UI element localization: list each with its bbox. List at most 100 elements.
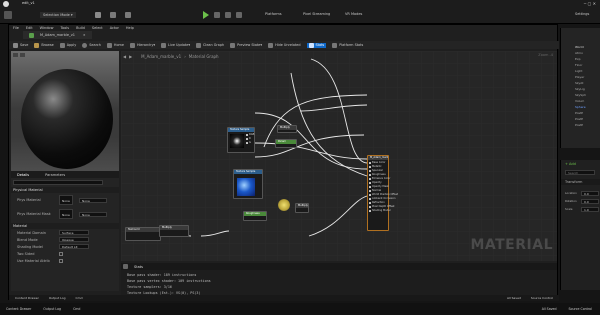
cmd-input[interactable]: Cmd <box>76 296 83 300</box>
hide-unrelated-button[interactable]: Hide Unrelated <box>268 42 301 48</box>
tab-details[interactable]: Details <box>13 171 33 179</box>
transform-section-header[interactable]: Transform <box>561 179 600 185</box>
platform-stats-icon <box>332 42 338 48</box>
home-icon <box>106 42 112 48</box>
stats-icon <box>308 42 314 48</box>
graph-node[interactable]: Texture Sample <box>233 169 263 199</box>
phys-mask-thumb[interactable]: None <box>59 209 73 219</box>
hierarchy-button[interactable]: Hierarchy ▾ <box>129 42 155 48</box>
platforms-button[interactable]: Platforms <box>265 12 282 16</box>
blueprint-icon[interactable] <box>110 12 116 18</box>
window-controls[interactable]: ─ ▢ ✕ <box>584 1 596 6</box>
result-node-header: M_Adam_marble_v1 <box>368 156 388 160</box>
tab-parameters[interactable]: Parameters <box>41 171 69 179</box>
output-log-button[interactable]: Output Log <box>43 307 61 311</box>
two-sided-checkbox[interactable] <box>59 251 63 256</box>
stop-icon[interactable] <box>225 12 231 18</box>
result-node[interactable]: M_Adam_marble_v1 Base Color Metallic Spe… <box>367 155 398 231</box>
save-icon[interactable] <box>4 11 12 19</box>
material-graph[interactable]: ◀ ▶ M_Adam_marble_v1 › Material Graph Te… <box>121 51 557 261</box>
viewport-perspective-icon[interactable] <box>20 53 25 57</box>
add-component-button[interactable]: + Add <box>565 162 576 166</box>
graph-node[interactable]: TexCoord <box>125 227 161 241</box>
shading-model-select[interactable]: Default Lit <box>59 244 89 249</box>
menu-file[interactable]: File <box>13 26 19 30</box>
menu-tools[interactable]: Tools <box>60 26 69 30</box>
blend-mode-select[interactable]: Opaque <box>59 237 89 242</box>
stats-button[interactable]: Stats <box>306 42 327 48</box>
phys-material-thumb[interactable]: None <box>59 195 73 205</box>
apply-icon <box>59 42 65 48</box>
preview-state-button[interactable]: Preview State ▾ <box>230 42 262 48</box>
all-saved-label[interactable]: All Saved <box>507 296 521 300</box>
sequencer-icon[interactable] <box>125 12 131 18</box>
pixel-streaming-button[interactable]: Pixel Streaming <box>303 12 330 16</box>
browse-button[interactable]: Browse <box>34 42 54 48</box>
add-actor-icon[interactable] <box>95 12 101 18</box>
menu-window[interactable]: Window <box>40 26 54 30</box>
material-icon <box>29 32 34 38</box>
source-control-button[interactable]: Source Control <box>569 307 592 311</box>
menu-edit[interactable]: Edit <box>26 26 33 30</box>
scale-field[interactable]: 1.0 <box>581 206 599 212</box>
outliner-item[interactable]: PostP <box>561 122 600 128</box>
clean-graph-button[interactable]: Clean Graph <box>196 42 224 48</box>
node-pin[interactable]: G <box>245 141 251 145</box>
apply-button[interactable]: Apply <box>59 42 76 48</box>
result-pin-list: Base Color Metallic Specular Roughness E… <box>368 160 398 213</box>
menu-actor[interactable]: Actor <box>110 26 119 30</box>
graph-node[interactable]: Texture Sample RGB R G <box>227 127 255 153</box>
graph-node[interactable]: Multiply <box>295 203 309 213</box>
graph-node[interactable]: Multiply <box>159 225 189 237</box>
project-tab[interactable]: edit_v1 <box>22 1 35 5</box>
source-control-button[interactable]: Source Control <box>531 296 553 300</box>
scale-label: Scale <box>565 207 573 211</box>
shading-model-label: Shading Model <box>17 244 43 249</box>
graph-node[interactable]: Multiply <box>277 125 297 133</box>
menu-help[interactable]: Help <box>126 26 134 30</box>
transform-row: Scale 1.0 <box>561 205 600 213</box>
selection-mode-button[interactable]: Selection Mode ▾ <box>40 12 76 18</box>
phys-material-select[interactable]: None <box>79 197 107 203</box>
step-icon[interactable] <box>214 12 220 18</box>
output-log-button[interactable]: Output Log <box>49 296 66 300</box>
search-button[interactable]: Search <box>82 42 101 48</box>
close-tab-icon[interactable]: ✕ <box>83 33 86 37</box>
vr-modes-button[interactable]: VR Modes <box>345 12 362 16</box>
platform-stats-button[interactable]: Platform Stats <box>332 42 363 48</box>
all-saved-label[interactable]: All Saved <box>542 307 557 311</box>
actor-search-input[interactable]: Search <box>565 170 595 175</box>
phys-mask-select[interactable]: None <box>79 211 107 217</box>
content-drawer-button[interactable]: Content Drawer <box>15 296 39 300</box>
mouse-cursor-highlight <box>278 199 290 211</box>
content-drawer-button[interactable]: Content Drawer <box>6 307 31 311</box>
graph-node[interactable]: Param <box>275 139 297 148</box>
graph-node[interactable]: Roughness <box>243 211 267 221</box>
editor-toolbar: Save Browse Apply Search Home Hierarchy … <box>9 41 559 49</box>
blend-mode-label: Blend Mode <box>17 237 38 242</box>
home-button[interactable]: Home <box>106 42 124 48</box>
details-search-input[interactable] <box>13 180 103 185</box>
cmd-input[interactable]: Cmd <box>73 307 80 311</box>
transform-row: Rotation 0.0 <box>561 197 600 205</box>
stats-tab[interactable]: Stats <box>121 263 557 270</box>
result-pin[interactable]: Shading Model <box>368 209 390 213</box>
asset-tab[interactable]: M_Adam_marble_v1 ✕ <box>23 31 92 39</box>
graph-zoom-label: Zoom -4 <box>538 53 553 57</box>
live-update-button[interactable]: Live Update ▾ <box>161 42 190 48</box>
use-material-attrib-checkbox[interactable] <box>59 258 63 263</box>
title-bar: edit_v1 ─ ▢ ✕ <box>0 0 600 8</box>
main-toolbar: Selection Mode ▾ Platforms Pixel Streami… <box>0 8 600 24</box>
rotation-field[interactable]: 0.0 <box>581 198 599 204</box>
eject-icon[interactable] <box>236 12 242 18</box>
material-domain-select[interactable]: Surface <box>59 230 89 235</box>
save-button[interactable]: Save <box>13 42 28 48</box>
menu-build[interactable]: Build <box>76 26 85 30</box>
viewport-options-icon[interactable] <box>13 53 18 57</box>
play-icon[interactable] <box>203 11 209 19</box>
menu-select[interactable]: Select <box>92 26 103 30</box>
settings-button[interactable]: Settings <box>575 12 589 16</box>
details-panel: Details Parameters Physical Material Phy… <box>11 171 119 291</box>
material-editor-window: File Edit Window Tools Build Select Acto… <box>8 24 559 301</box>
location-field[interactable]: 0.0 <box>581 190 599 196</box>
